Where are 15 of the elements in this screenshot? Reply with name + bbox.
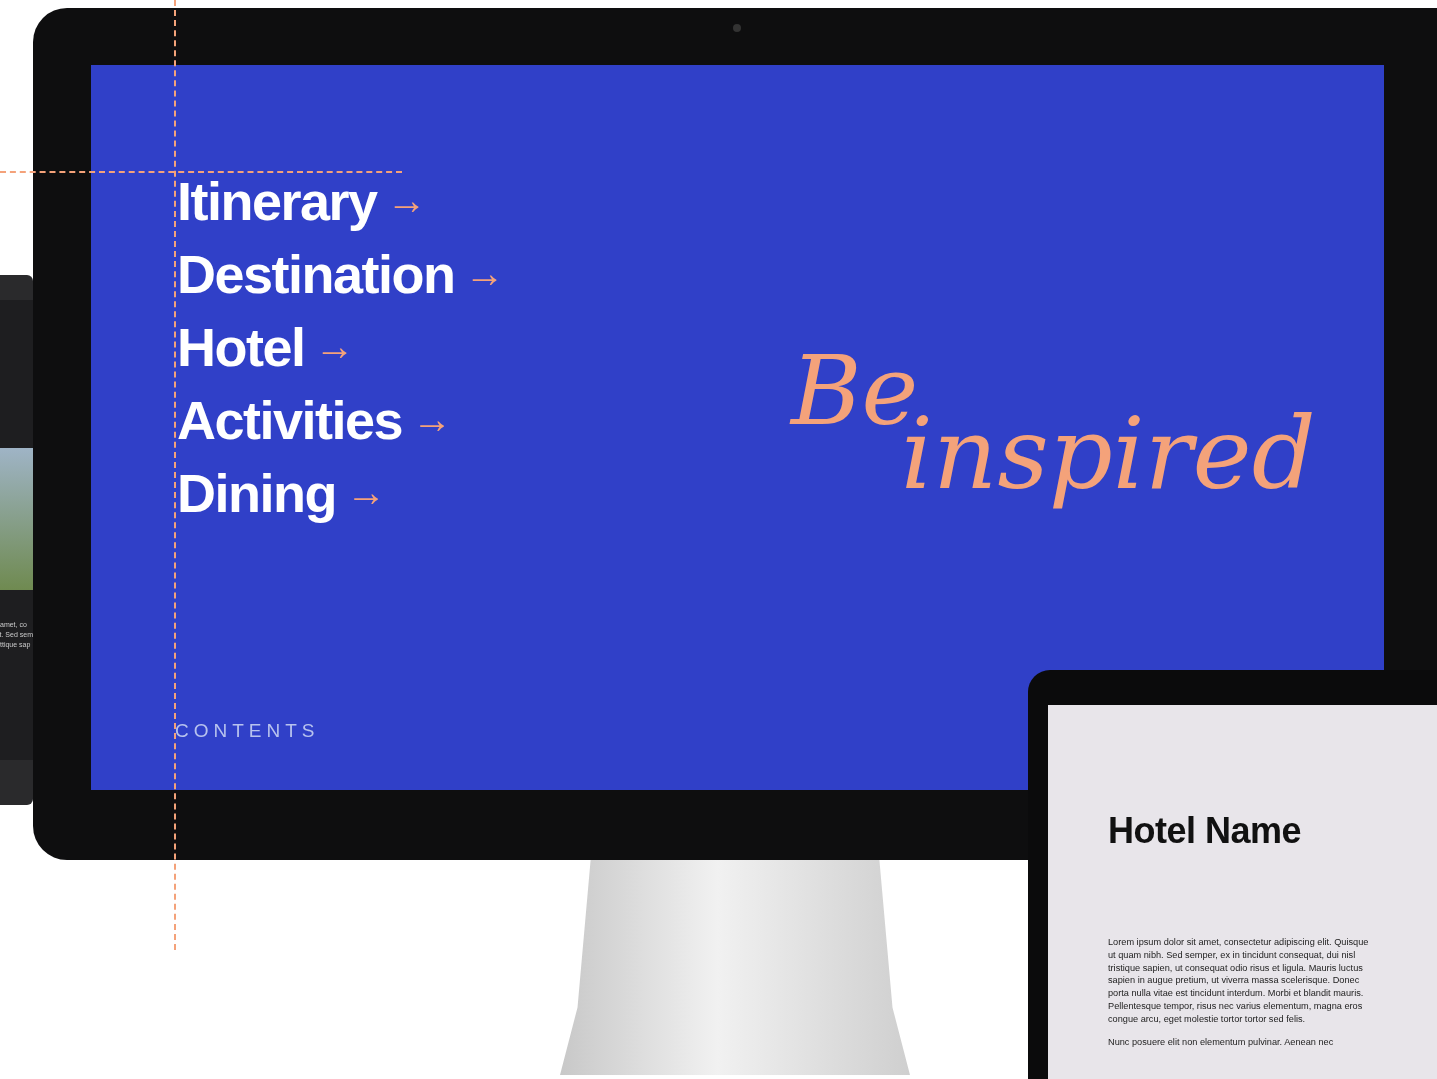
menu-item[interactable]: Hotel [177,315,305,378]
camera-icon [733,24,741,32]
menu-item[interactable]: Itinerary [177,169,377,232]
menu-item[interactable]: Activities [177,388,403,451]
arrow-icon: → [464,251,505,296]
arrow-icon: → [386,178,427,223]
paragraph: Lorem ipsum dolor sit amet, consectetur adipiscing elit. Quisque ut quam nibh. Sed semper, ex in tincidunt consequat, dui nisl tristique sapien, ut consequat odio risus et ligula. Mauris luctus sapien in augue pretium, ut viverra massa scelerisque. Donec porta nulla vitae est tincidunt interdum. Morbi et blandit mauris. Pellentesque tempor, risus nec varius elementum, magna eros congue arcu, eget molestie tortor tortor sed felis. [1108,936,1370,1026]
arrow-icon: → [345,470,386,515]
arrow-icon: → [314,324,355,369]
hotel-title: Hotel Name [1108,810,1303,852]
arrow-icon: → [412,397,453,442]
menu-item[interactable]: Dining [177,461,336,524]
paragraph: Nunc posuere elit non elementum pulvinar. Aenean nec [1108,1035,1335,1049]
menu-item[interactable]: Destination [177,242,455,305]
section-label: CONTENTS [175,720,320,742]
